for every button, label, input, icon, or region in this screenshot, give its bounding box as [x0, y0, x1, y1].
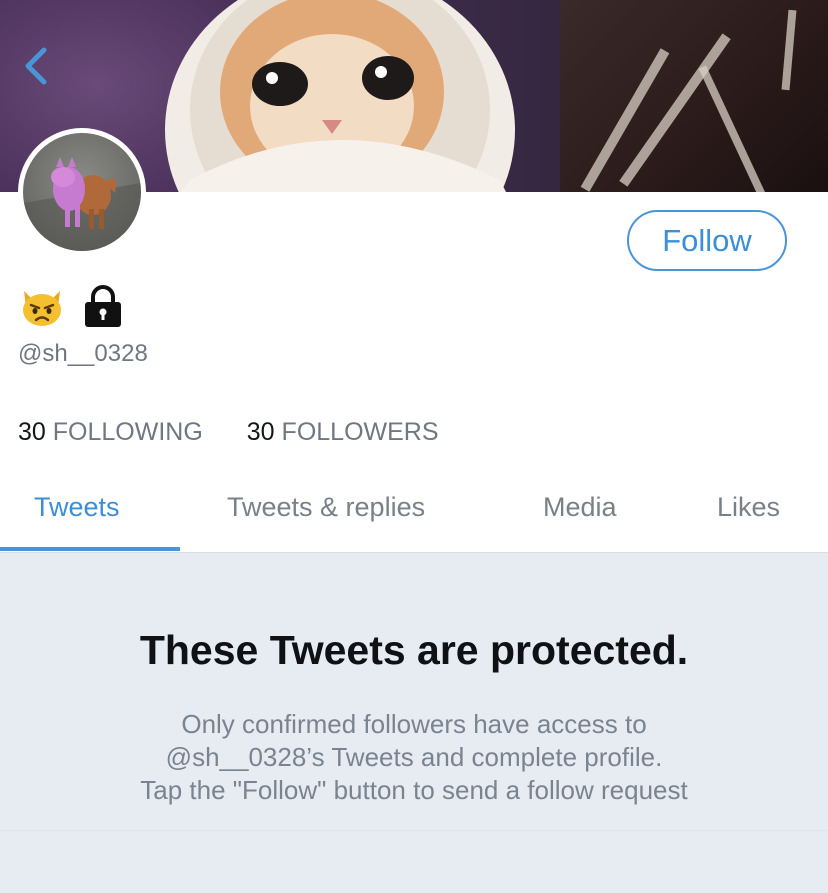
back-button[interactable]: [22, 44, 54, 88]
protected-line: Tap the "Follow" button to send a follow…: [140, 775, 688, 805]
protected-notice: These Tweets are protected. Only confirm…: [0, 553, 828, 893]
banner-cat-image: [165, 0, 515, 192]
followers-count: 30: [246, 418, 275, 446]
protected-line: Only confirmed followers have access to: [181, 709, 647, 739]
protected-message: Only confirmed followers have access to …: [0, 708, 828, 807]
divider: [0, 830, 828, 831]
tab-media[interactable]: Media: [543, 492, 617, 523]
protected-title: These Tweets are protected.: [139, 627, 689, 673]
following-label: FOLLOWING: [52, 418, 203, 446]
following-stat[interactable]: 30 FOLLOWING: [18, 418, 203, 447]
profile-tabs: Tweets Tweets & replies Media Likes: [0, 480, 828, 553]
pouting-cat-emoji-icon: [23, 291, 61, 326]
chevron-left-icon: [25, 47, 47, 85]
user-handle: @sh__0328: [18, 340, 148, 367]
following-count: 30: [18, 418, 46, 446]
tab-tweets[interactable]: Tweets: [34, 492, 120, 523]
lock-icon: [85, 285, 121, 327]
followers-label: FOLLOWERS: [281, 418, 439, 446]
follow-button[interactable]: Follow: [627, 210, 787, 271]
avatar[interactable]: [18, 128, 146, 256]
display-name: [20, 285, 124, 329]
active-tab-indicator: [0, 547, 180, 551]
tab-likes[interactable]: Likes: [717, 492, 780, 523]
avatar-image: [23, 133, 141, 251]
follow-stats: 30 FOLLOWING 30 FOLLOWERS: [18, 418, 483, 447]
banner-chair: [560, 0, 828, 192]
followers-stat[interactable]: 30 FOLLOWERS: [247, 418, 439, 447]
tab-tweets-and-replies[interactable]: Tweets & replies: [227, 492, 425, 523]
protected-line: @sh__0328’s Tweets and complete profile.: [165, 742, 663, 772]
